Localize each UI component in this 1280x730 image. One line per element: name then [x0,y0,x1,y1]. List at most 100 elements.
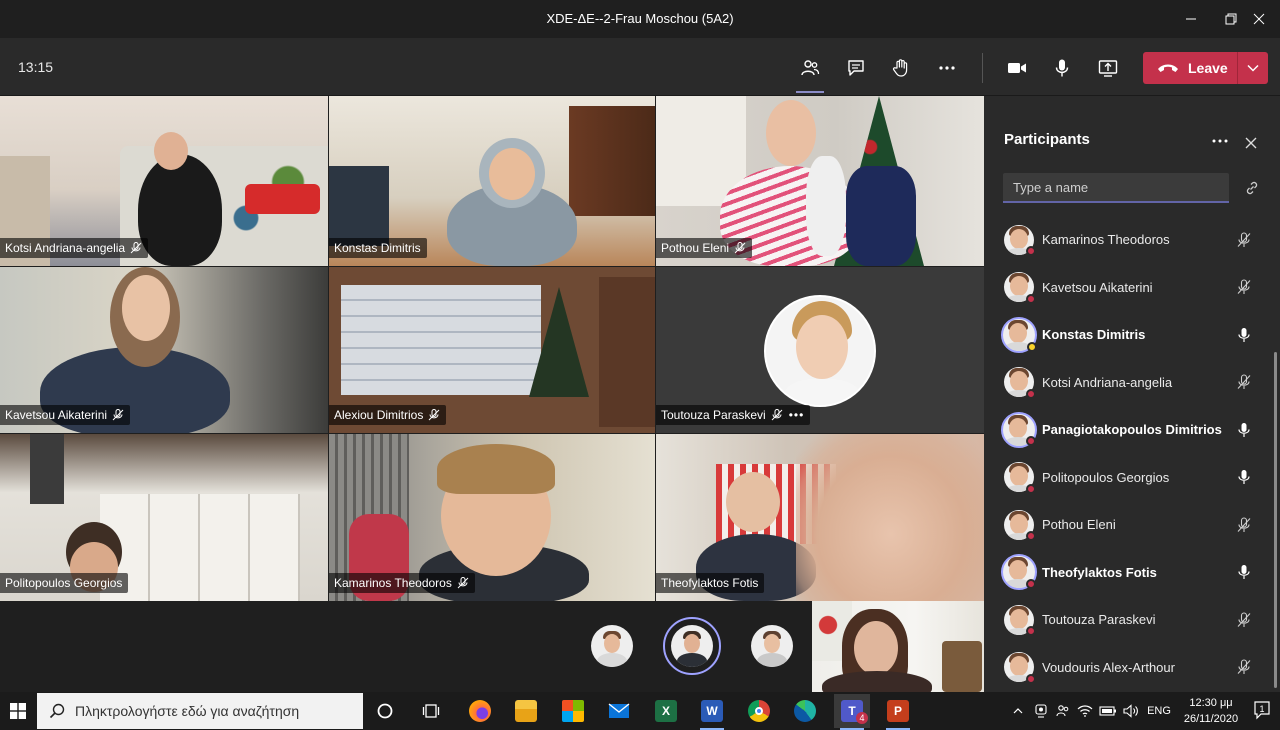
edge-app[interactable] [787,694,823,728]
video-tile[interactable]: Kavetsou Aikaterini [0,267,328,433]
video-hand-blur [796,434,984,601]
participant-row[interactable]: Kotsi Andriana-angelia [984,359,1280,407]
close-panel-icon[interactable] [1244,136,1258,150]
video-name-label: Alexiou Dimitrios [329,405,447,425]
store-icon [562,700,584,722]
raise-hand-button[interactable] [885,52,917,84]
leave-main[interactable]: Leave [1143,52,1237,84]
overflow-participant-avatar[interactable] [591,625,633,667]
video-tile[interactable]: Konstas Dimitris [329,96,655,266]
video-tile[interactable]: Kamarinos Theodoros [329,434,655,601]
participant-row[interactable]: Politopoulos Georgios [984,454,1280,502]
video-plush-toy [806,156,846,256]
leave-options-button[interactable] [1238,52,1268,84]
mail-app[interactable] [601,694,637,728]
leave-button[interactable]: Leave [1143,52,1268,84]
participant-row[interactable]: Kavetsou Aikaterini [984,264,1280,312]
avatar-face [1010,276,1028,297]
file-explorer-app[interactable] [508,694,544,728]
video-blanket [846,166,916,266]
presence-status-icon [1027,342,1037,352]
mic-on-icon [1236,422,1252,438]
share-invite-icon[interactable] [1244,180,1260,196]
participant-row[interactable]: Toutouza Paraskevi [984,596,1280,644]
show-participants-button[interactable] [794,52,826,93]
hand-icon [892,59,908,77]
action-center-button[interactable]: 1 [1252,699,1272,721]
meet-now-tray-button[interactable] [1032,692,1050,730]
excel-icon: X [655,700,677,722]
firefox-app[interactable] [462,694,498,728]
speaker-icon [1123,704,1138,718]
participant-search-input[interactable] [1003,173,1229,203]
mic-off-icon [1236,659,1252,675]
chrome-app[interactable] [741,694,777,728]
close-window-button[interactable] [1236,0,1280,38]
overflow-participant-avatar[interactable] [671,625,713,667]
participant-row[interactable]: Kamarinos Theodoros [984,216,1280,264]
avatar-face [764,634,780,653]
video-wardrobe [100,494,300,601]
taskbar-search[interactable] [37,693,363,729]
camera-button[interactable] [1001,52,1033,84]
video-tile[interactable]: Pothou Eleni [656,96,984,266]
window-title: XDE-ΔΕ--2-Frau Moschou (5A2) [546,11,734,26]
participant-row[interactable]: Voudouris Alex-Arthour [984,644,1280,692]
video-tile[interactable]: Alexiou Dimitrios [329,267,655,433]
taskbar-clock[interactable]: 12:30 μμ 26/11/2020 [1176,695,1246,727]
mic-off-icon [771,409,783,421]
mic-off-icon [429,409,440,421]
microphone-button[interactable] [1046,52,1078,84]
presence-status-icon [1026,388,1036,399]
taskbar-search-input[interactable] [75,703,355,719]
excel-app[interactable]: X [648,694,684,728]
video-speaker [30,434,64,504]
video-person-head [726,472,780,532]
battery-icon [1099,706,1116,716]
participant-row[interactable]: Pothou Eleni [984,501,1280,549]
task-view-button[interactable] [413,694,449,728]
share-content-button[interactable] [1092,52,1124,84]
video-name: Theofylaktos Fotis [661,576,759,590]
participant-row[interactable]: Panagiotakopoulos Dimitrios [984,406,1280,454]
panel-more-button[interactable] [1210,134,1230,148]
battery-tray-button[interactable] [1098,692,1118,730]
self-view-video[interactable] [812,601,984,692]
powerpoint-app[interactable]: P [880,694,916,730]
volume-tray-button[interactable] [1122,692,1140,730]
video-tile[interactable]: Politopoulos Georgios [0,434,328,601]
microphone-icon [1055,59,1069,77]
participant-avatar [764,295,876,407]
video-tile[interactable]: Kotsi Andriana-angelia [0,96,328,266]
task-view-icon [422,704,440,718]
cortana-button[interactable] [367,694,403,728]
overflow-participant-avatar[interactable] [751,625,793,667]
word-app[interactable]: W [694,694,730,730]
video-candles [942,641,982,692]
video-tile[interactable]: Theofylaktos Fotis [656,434,984,601]
store-app[interactable] [555,694,591,728]
show-hidden-icons-button[interactable] [1010,692,1026,730]
show-conversation-button[interactable] [840,52,872,84]
start-button[interactable] [0,692,36,730]
video-name-label: Politopoulos Georgios [0,573,129,593]
avatar-face [796,315,848,379]
wifi-tray-button[interactable] [1076,692,1094,730]
input-language[interactable]: ENG [1144,692,1174,730]
edge-icon [794,700,816,722]
participant-row[interactable]: Konstas Dimitris [984,311,1280,359]
close-icon [1253,13,1265,25]
teams-app[interactable]: T 4 [834,694,870,730]
panel-scrollbar[interactable] [1274,352,1277,688]
people-tray-button[interactable] [1054,692,1072,730]
windows-taskbar: X W T 4 P [0,692,1280,730]
avatar-face [1009,417,1027,438]
video-tile-avatar[interactable]: Toutouza Paraskevi ••• [656,267,984,433]
participant-row[interactable]: Theofylaktos Fotis [984,549,1280,597]
video-person-head [154,132,188,170]
meeting-toolbar: 13:15 Leave [0,38,1280,96]
participant-name: Kotsi Andriana-angelia [1042,374,1173,390]
more-actions-button[interactable] [931,52,963,84]
tile-more-icon[interactable]: ••• [789,408,805,422]
hang-up-icon [1158,64,1178,72]
